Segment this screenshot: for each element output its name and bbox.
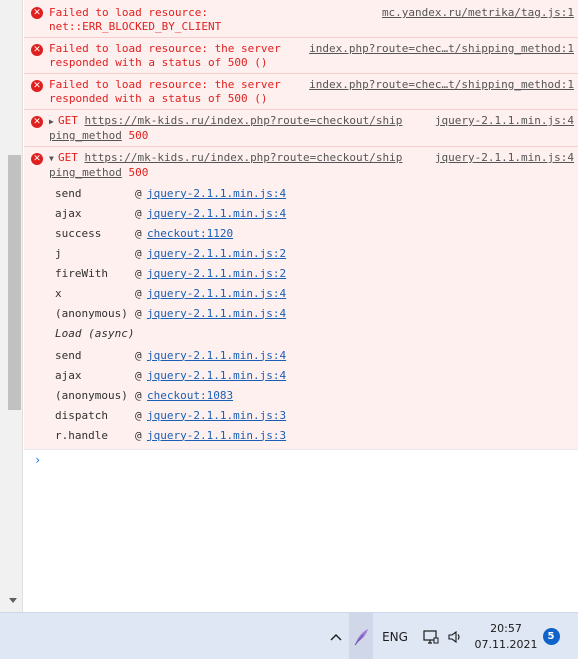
stack-at-symbol: @ bbox=[135, 306, 142, 320]
stack-at-symbol: @ bbox=[135, 206, 142, 220]
stack-source-link[interactable]: jquery-2.1.1.min.js:3 bbox=[147, 429, 286, 442]
volume-icon[interactable] bbox=[444, 613, 466, 659]
error-icon: ✕ bbox=[31, 7, 43, 19]
status-code: 500 bbox=[128, 166, 149, 179]
network-icon[interactable] bbox=[420, 613, 442, 659]
clock-date: 07.11.2021 bbox=[474, 637, 538, 651]
stack-at-symbol: @ bbox=[135, 246, 142, 260]
stack-at-symbol: @ bbox=[135, 186, 142, 200]
message-source-link[interactable]: index.php?route=chec…t/shipping_method:1 bbox=[309, 78, 574, 92]
request-method: GET bbox=[58, 114, 78, 127]
stack-frame: ajax @ jquery-2.1.1.min.js:4 bbox=[55, 203, 578, 223]
stack-frame: (anonymous) @ checkout:1083 bbox=[55, 385, 578, 405]
stack-function-name: j bbox=[55, 246, 62, 260]
prompt-chevron-icon: › bbox=[34, 453, 42, 467]
stack-at-symbol: @ bbox=[135, 388, 142, 402]
feather-app-icon[interactable] bbox=[349, 613, 373, 659]
stack-function-name: (anonymous) bbox=[55, 306, 128, 320]
devtools-console: ✕ mc.yandex.ru/metrika/tag.js:1 Failed t… bbox=[24, 0, 578, 612]
stack-source-link[interactable]: jquery-2.1.1.min.js:4 bbox=[147, 207, 286, 220]
console-get-error-expanded[interactable]: ✕ jquery-2.1.1.min.js:4 ▼ GET https://mk-… bbox=[24, 146, 578, 183]
stack-source-link[interactable]: jquery-2.1.1.min.js:4 bbox=[147, 187, 286, 200]
expand-triangle-icon[interactable]: ▶ bbox=[49, 115, 58, 129]
stack-source-link[interactable]: jquery-2.1.1.min.js:2 bbox=[147, 247, 286, 260]
stack-frame: send @ jquery-2.1.1.min.js:4 bbox=[55, 345, 578, 365]
stack-function-name: send bbox=[55, 186, 82, 200]
stack-source-link[interactable]: jquery-2.1.1.min.js:4 bbox=[147, 349, 286, 362]
request-url-link[interactable]: https://mk-kids.ru/index.php?route=check… bbox=[85, 114, 403, 127]
notification-center-button[interactable]: 5 bbox=[540, 613, 562, 659]
stack-source-link[interactable]: jquery-2.1.1.min.js:4 bbox=[147, 369, 286, 382]
request-url-link[interactable]: ping_method bbox=[49, 166, 122, 179]
stack-frame: x @ jquery-2.1.1.min.js:4 bbox=[55, 283, 578, 303]
message-line: responded with a status of 500 () bbox=[49, 56, 268, 69]
request-url-link[interactable]: ping_method bbox=[49, 129, 122, 142]
console-scrollbar[interactable] bbox=[0, 0, 23, 612]
show-hidden-icons-chevron-icon[interactable] bbox=[326, 613, 346, 659]
error-icon: ✕ bbox=[31, 44, 43, 56]
stack-frame: send @ jquery-2.1.1.min.js:4 bbox=[55, 183, 578, 203]
stack-source-link[interactable]: jquery-2.1.1.min.js:4 bbox=[147, 287, 286, 300]
message-line: responded with a status of 500 () bbox=[49, 92, 268, 105]
stack-function-name: ajax bbox=[55, 368, 82, 382]
error-icon: ✕ bbox=[31, 80, 43, 92]
stack-at-symbol: @ bbox=[135, 266, 142, 280]
error-icon: ✕ bbox=[31, 153, 43, 165]
collapse-triangle-icon[interactable]: ▼ bbox=[49, 152, 58, 166]
clock-time: 20:57 bbox=[490, 621, 522, 635]
request-url-link[interactable]: https://mk-kids.ru/index.php?route=check… bbox=[85, 151, 403, 164]
stack-frame: j @ jquery-2.1.1.min.js:2 bbox=[55, 243, 578, 263]
stack-function-name: dispatch bbox=[55, 408, 108, 422]
async-separator: Load (async) bbox=[55, 327, 135, 340]
stack-source-link[interactable]: checkout:1083 bbox=[147, 389, 233, 402]
message-line: net::ERR_BLOCKED_BY_CLIENT bbox=[49, 20, 222, 33]
stack-at-symbol: @ bbox=[135, 428, 142, 442]
stack-source-link[interactable]: jquery-2.1.1.min.js:2 bbox=[147, 267, 286, 280]
console-error-message: ✕ index.php?route=chec…t/shipping_method… bbox=[24, 73, 578, 109]
stack-function-name: r.handle bbox=[55, 428, 108, 442]
message-source-link[interactable]: index.php?route=chec…t/shipping_method:1 bbox=[309, 42, 574, 56]
stack-at-symbol: @ bbox=[135, 348, 142, 362]
console-error-message: ✕ index.php?route=chec…t/shipping_method… bbox=[24, 37, 578, 73]
system-clock[interactable]: 20:57 07.11.2021 bbox=[474, 613, 538, 659]
console-error-message: ✕ mc.yandex.ru/metrika/tag.js:1 Failed t… bbox=[24, 0, 578, 37]
stack-frame: ajax @ jquery-2.1.1.min.js:4 bbox=[55, 365, 578, 385]
stack-frame: dispatch @ jquery-2.1.1.min.js:3 bbox=[55, 405, 578, 425]
windows-taskbar: ENG 20:57 07.11.2021 5 bbox=[0, 612, 578, 659]
stack-source-link[interactable]: jquery-2.1.1.min.js:3 bbox=[147, 409, 286, 422]
call-stack: send @ jquery-2.1.1.min.js:4 ajax @ jquery-2.… bbox=[24, 183, 578, 449]
stack-at-symbol: @ bbox=[135, 368, 142, 382]
notification-count-badge: 5 bbox=[542, 628, 560, 645]
stack-function-name: success bbox=[55, 226, 102, 240]
stack-function-name: fireWith bbox=[55, 266, 108, 280]
stack-function-name: ajax bbox=[55, 206, 82, 220]
stack-frame: (anonymous) @ jquery-2.1.1.min.js:4 bbox=[55, 303, 578, 323]
stack-function-name: x bbox=[55, 286, 62, 300]
stack-frame: success @ checkout:1120 bbox=[55, 223, 578, 243]
stack-source-link[interactable]: checkout:1120 bbox=[147, 227, 233, 240]
error-icon: ✕ bbox=[31, 116, 43, 128]
stack-frame: r.handle @ jquery-2.1.1.min.js:3 bbox=[55, 425, 578, 445]
stack-function-name: (anonymous) bbox=[55, 388, 128, 402]
stack-at-symbol: @ bbox=[135, 226, 142, 240]
input-language-indicator[interactable]: ENG bbox=[378, 613, 412, 659]
status-code: 500 bbox=[128, 129, 149, 142]
stack-at-symbol: @ bbox=[135, 408, 142, 422]
scroll-down-arrow-icon[interactable] bbox=[9, 598, 17, 603]
stack-at-symbol: @ bbox=[135, 286, 142, 300]
request-method: GET bbox=[58, 151, 78, 164]
scrollbar-thumb[interactable] bbox=[8, 155, 21, 410]
message-source-link[interactable]: jquery-2.1.1.min.js:4 bbox=[435, 114, 574, 128]
console-prompt[interactable]: › bbox=[24, 449, 578, 471]
console-get-error-collapsed[interactable]: ✕ jquery-2.1.1.min.js:4 ▶ GET https://mk-… bbox=[24, 109, 578, 146]
stack-function-name: send bbox=[55, 348, 82, 362]
stack-frame: fireWith @ jquery-2.1.1.min.js:2 bbox=[55, 263, 578, 283]
stack-source-link[interactable]: jquery-2.1.1.min.js:4 bbox=[147, 307, 286, 320]
message-source-link[interactable]: mc.yandex.ru/metrika/tag.js:1 bbox=[382, 6, 574, 20]
message-source-link[interactable]: jquery-2.1.1.min.js:4 bbox=[435, 151, 574, 165]
